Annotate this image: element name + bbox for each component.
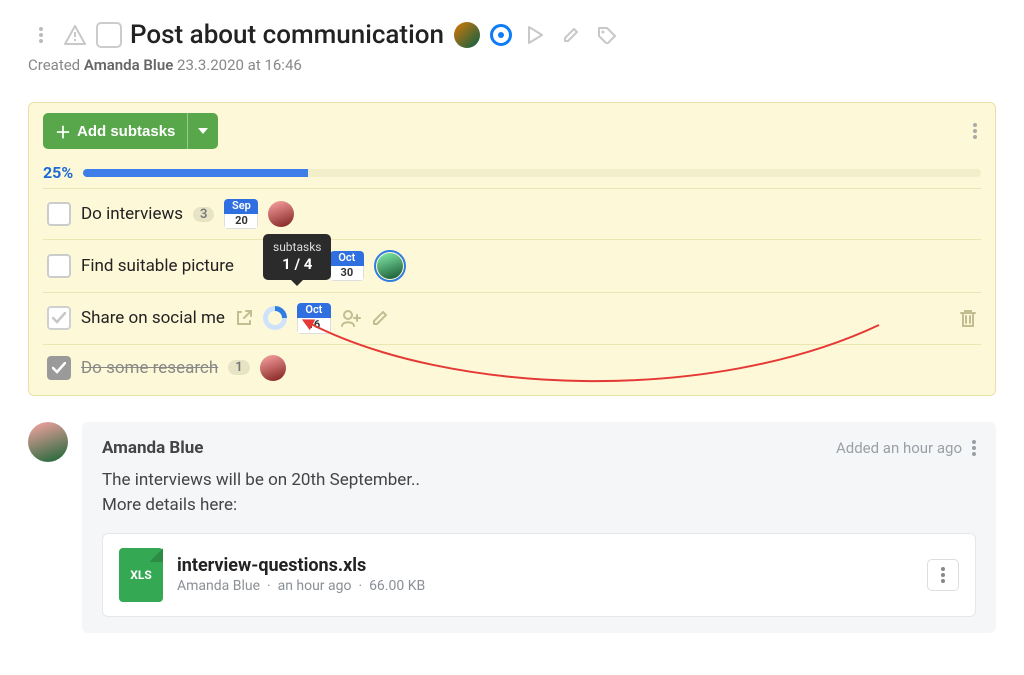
- file-meta: Amanda Blue · an hour ago · 66.00 KB: [177, 578, 913, 594]
- delete-icon[interactable]: [959, 308, 977, 328]
- subtask-checkbox[interactable]: [47, 202, 71, 226]
- add-assignee-icon[interactable]: [341, 309, 361, 327]
- subtask-label: Share on social me: [81, 308, 225, 328]
- subtask-checkbox[interactable]: [47, 306, 71, 330]
- more-icon[interactable]: [28, 22, 54, 48]
- play-icon[interactable]: [522, 22, 548, 48]
- subtask-checkbox[interactable]: [47, 356, 71, 380]
- assignee-avatar[interactable]: [374, 250, 406, 282]
- subtask-label: Do some research: [81, 358, 218, 378]
- plus-icon: ＋: [55, 119, 71, 143]
- subtasks-tooltip: subtasks 1 / 4: [263, 234, 331, 280]
- progress-bar: [83, 169, 981, 177]
- comment-menu-icon[interactable]: [972, 440, 976, 456]
- comment-text: More details here:: [102, 493, 976, 519]
- watch-icon[interactable]: [490, 24, 512, 46]
- file-menu-icon[interactable]: [927, 559, 959, 591]
- edit-icon[interactable]: [371, 309, 389, 327]
- external-link-icon[interactable]: [235, 309, 253, 327]
- add-subtasks-dropdown[interactable]: [187, 113, 218, 149]
- task-complete-checkbox[interactable]: [96, 22, 122, 48]
- due-date-chip[interactable]: Oct 30: [330, 251, 364, 281]
- file-type-icon: XLS: [119, 548, 163, 602]
- assignee-avatar[interactable]: [268, 201, 294, 227]
- comment-count-badge[interactable]: 1: [228, 360, 249, 375]
- subtask-row[interactable]: Do some research 1: [43, 344, 981, 391]
- due-date-chip[interactable]: Oct 16: [297, 303, 331, 333]
- progress-ring-icon[interactable]: [263, 306, 287, 330]
- subtask-label: Do interviews: [81, 204, 183, 224]
- assignee-avatar[interactable]: [260, 355, 286, 381]
- subtask-row[interactable]: Find suitable picture subtasks 1 / 4 Oct…: [43, 239, 981, 292]
- comment-avatar[interactable]: [28, 422, 68, 462]
- edit-icon[interactable]: [558, 22, 584, 48]
- file-name: interview-questions.xls: [177, 555, 913, 576]
- subtasks-menu-icon[interactable]: [969, 119, 981, 143]
- add-subtasks-button[interactable]: ＋ Add subtasks: [43, 113, 187, 149]
- comment-count-badge[interactable]: 3: [193, 207, 214, 222]
- assignee-avatar[interactable]: [454, 22, 480, 48]
- task-title: Post about communication: [130, 20, 444, 50]
- due-date-chip[interactable]: Sep 20: [224, 199, 258, 229]
- add-subtasks-label: Add subtasks: [77, 123, 175, 140]
- attachment-card[interactable]: XLS interview-questions.xls Amanda Blue …: [102, 533, 976, 617]
- progress-percent: 25%: [43, 163, 73, 182]
- tag-icon[interactable]: [594, 22, 620, 48]
- warning-icon[interactable]: [62, 22, 88, 48]
- subtask-row[interactable]: Do interviews 3 Sep 20: [43, 188, 981, 239]
- comment-timestamp: Added an hour ago: [836, 439, 962, 457]
- subtask-checkbox[interactable]: [47, 254, 71, 278]
- chevron-down-icon: [198, 128, 208, 134]
- comment-text: The interviews will be on 20th September…: [102, 468, 976, 494]
- created-meta: Created Amanda Blue 23.3.2020 at 16:46: [28, 56, 996, 74]
- comment-card: Amanda Blue Added an hour ago The interv…: [82, 422, 996, 633]
- comment-author: Amanda Blue: [102, 438, 203, 458]
- subtask-label: Find suitable picture: [81, 256, 234, 276]
- subtasks-panel: ＋ Add subtasks 25% Do interviews 3 Sep 2…: [28, 102, 996, 396]
- subtask-row[interactable]: Share on social me Oct 16: [43, 292, 981, 343]
